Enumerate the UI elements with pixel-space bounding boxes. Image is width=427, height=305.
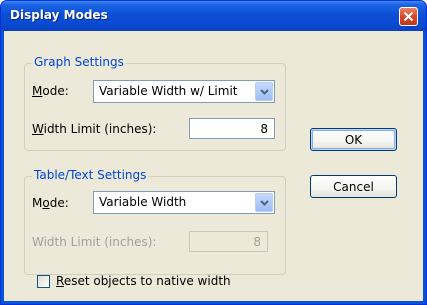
cancel-button-label: Cancel	[333, 180, 374, 194]
graph-mode-dropdown-button[interactable]	[255, 82, 273, 101]
table-mode-value: Variable Width	[99, 195, 187, 209]
table-width-limit-label: Width Limit (inches):	[32, 235, 157, 249]
display-modes-dialog: Display Modes Graph Settings Mode: Varia…	[0, 0, 427, 305]
graph-settings-legend: Graph Settings	[32, 55, 126, 69]
table-mode-dropdown-button[interactable]	[255, 193, 273, 212]
graph-width-limit-value: 8	[260, 122, 268, 136]
table-text-settings-legend: Table/Text Settings	[32, 168, 149, 182]
ok-button[interactable]: OK	[310, 128, 397, 151]
close-button[interactable]	[399, 7, 418, 26]
graph-width-limit-label: Width Limit (inches):	[32, 122, 157, 136]
reset-native-width-checkbox[interactable]	[37, 275, 50, 288]
table-width-limit-input: 8	[189, 231, 268, 252]
graph-mode-select[interactable]: Variable Width w/ Limit	[93, 80, 275, 103]
window-title: Display Modes	[10, 8, 108, 22]
dialog-client-area: Graph Settings Mode: Variable Width w/ L…	[4, 31, 423, 301]
graph-mode-value: Variable Width w/ Limit	[99, 84, 238, 98]
table-mode-label: Mode:	[32, 196, 69, 210]
chevron-down-icon	[260, 89, 269, 95]
cancel-button[interactable]: Cancel	[310, 175, 397, 198]
reset-native-width-label[interactable]: Reset objects to native width	[56, 274, 231, 288]
graph-width-limit-input[interactable]: 8	[189, 118, 275, 139]
chevron-down-icon	[260, 200, 269, 206]
close-icon	[403, 11, 414, 22]
graph-mode-label: Mode:	[32, 84, 69, 98]
table-mode-select[interactable]: Variable Width	[93, 191, 275, 214]
ok-button-label: OK	[344, 133, 363, 147]
title-bar[interactable]: Display Modes	[1, 1, 426, 31]
table-width-limit-value: 8	[253, 235, 261, 249]
